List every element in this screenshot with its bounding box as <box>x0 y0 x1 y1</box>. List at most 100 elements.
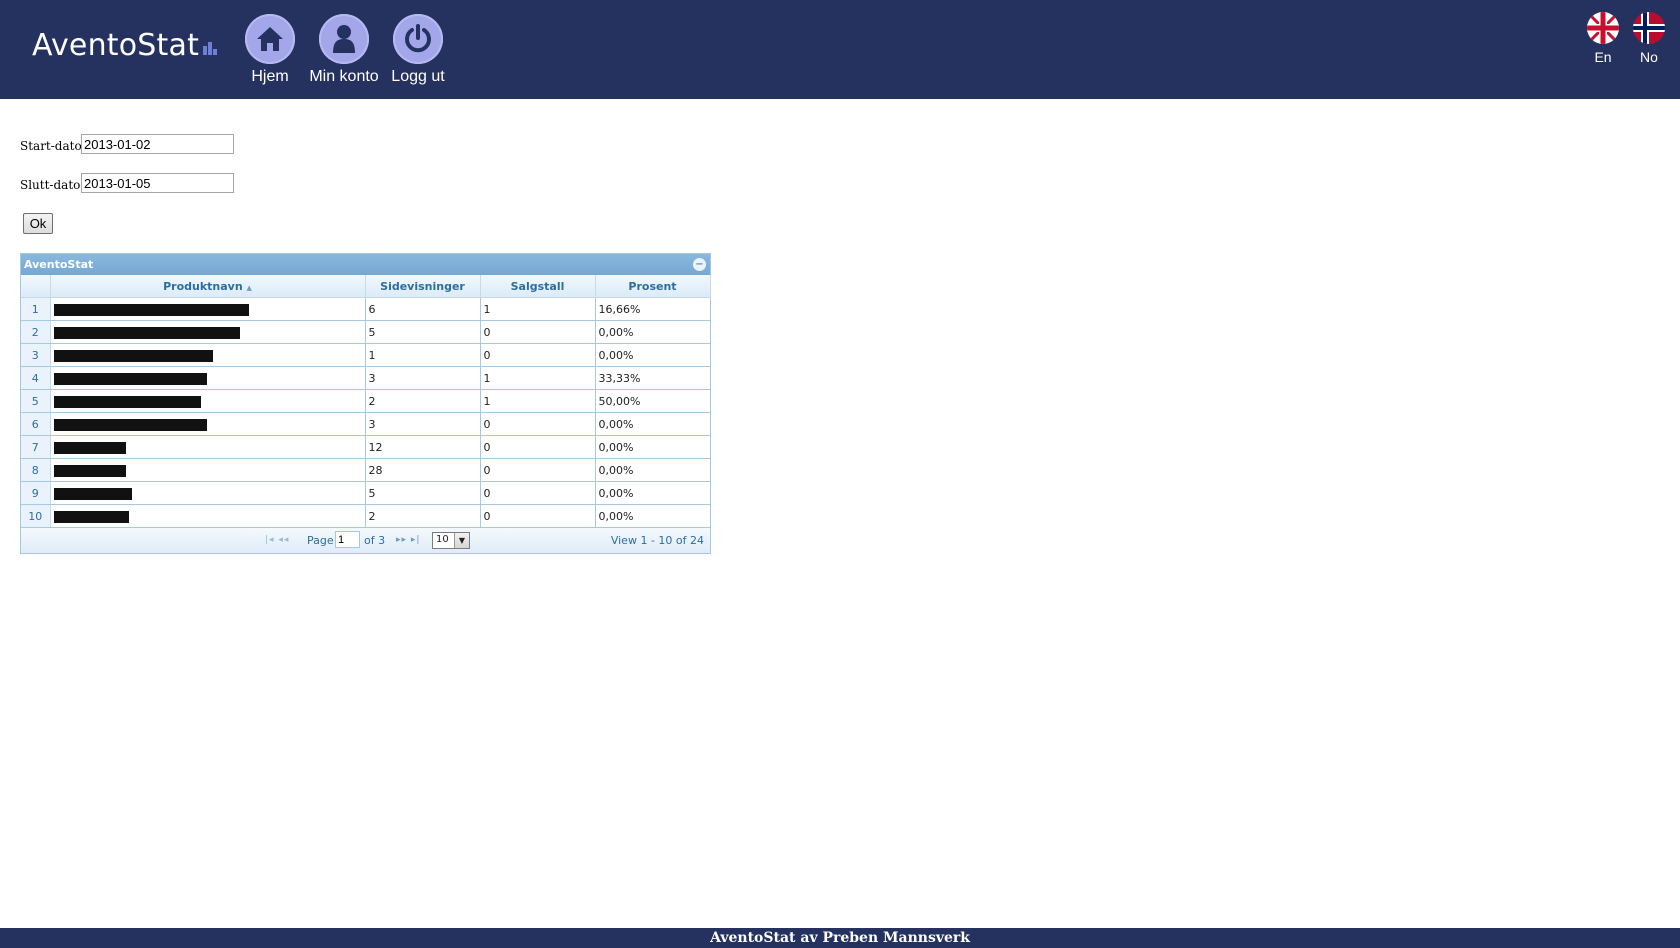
views-cell: 5 <box>365 481 481 505</box>
lang-no[interactable]: No <box>1629 12 1669 65</box>
row-number: 7 <box>21 435 51 459</box>
table-row[interactable]: 9 5 0 0,00% <box>21 481 711 505</box>
sales-cell: 0 <box>480 320 596 344</box>
logo-bars-icon <box>203 28 218 63</box>
sales-cell: 1 <box>480 297 596 321</box>
percent-cell: 0,00% <box>595 343 711 367</box>
product-name-cell <box>50 435 366 459</box>
product-name-cell <box>50 366 366 390</box>
views-cell: 5 <box>365 320 481 344</box>
grid-title: AventoStat <box>24 258 94 271</box>
redacted-product-name <box>53 418 207 431</box>
redacted-product-name <box>53 464 126 477</box>
logo-text: AventoStat <box>32 28 200 63</box>
percent-cell: 0,00% <box>595 504 711 528</box>
user-icon <box>319 14 369 64</box>
sales-cell: 1 <box>480 366 596 390</box>
row-number: 4 <box>21 366 51 390</box>
nav-home[interactable]: Hjem <box>232 14 308 86</box>
end-date-input[interactable] <box>81 173 234 193</box>
table-row[interactable]: 2 5 0 0,00% <box>21 320 711 344</box>
row-number: 8 <box>21 458 51 482</box>
product-name-cell <box>50 389 366 413</box>
product-name-cell <box>50 458 366 482</box>
page-label: Page <box>307 534 334 547</box>
start-date-label: Start-dato: <box>20 139 86 153</box>
row-number: 10 <box>21 504 51 528</box>
chevron-down-icon: ▼ <box>454 533 469 548</box>
column-header-product[interactable]: Produktnavn ▲ <box>50 275 366 298</box>
lang-en-label: En <box>1594 49 1612 65</box>
logo[interactable]: AventoStat <box>32 28 218 63</box>
column-header-percent[interactable]: Prosent <box>595 275 711 298</box>
percent-cell: 0,00% <box>595 435 711 459</box>
end-date-label: Slutt-dato: <box>20 178 85 192</box>
lang-en[interactable]: En <box>1583 12 1623 65</box>
product-name-cell <box>50 504 366 528</box>
sales-cell: 0 <box>480 412 596 436</box>
product-name-cell <box>50 481 366 505</box>
sales-cell: 0 <box>480 435 596 459</box>
ok-button[interactable]: Ok <box>23 213 53 234</box>
column-header-rownum <box>21 275 51 298</box>
views-cell: 12 <box>365 435 481 459</box>
views-cell: 28 <box>365 458 481 482</box>
redacted-product-name <box>53 510 129 523</box>
start-date-input[interactable] <box>81 134 234 154</box>
views-cell: 6 <box>365 297 481 321</box>
product-name-cell <box>50 343 366 367</box>
table-header-row: Produktnavn ▲ Sidevisninger Salgstall Pr… <box>21 275 711 298</box>
table-row[interactable]: 10 2 0 0,00% <box>21 504 711 528</box>
redacted-product-name <box>53 395 201 408</box>
rows-per-page-select[interactable]: 10 ▼ <box>432 532 470 549</box>
next-last-page-icons[interactable]: ▸▸ ▸| <box>396 535 420 545</box>
table-row[interactable]: 4 3 1 33,33% <box>21 366 711 390</box>
top-header: AventoStat Hjem Min konto Logg ut En No <box>0 0 1680 99</box>
row-number: 3 <box>21 343 51 367</box>
nav-my-account[interactable]: Min konto <box>306 14 382 86</box>
table-row[interactable]: 7 12 0 0,00% <box>21 435 711 459</box>
table-row[interactable]: 1 6 1 16,66% <box>21 297 711 321</box>
sales-cell: 0 <box>480 458 596 482</box>
first-prev-page-icons[interactable]: |◂ ◂◂ <box>265 535 289 545</box>
grid-pager: |◂ ◂◂ Page of 3 ▸▸ ▸| 10 ▼ View 1 - 10 o… <box>21 527 710 553</box>
row-number: 2 <box>21 320 51 344</box>
views-cell: 2 <box>365 389 481 413</box>
view-range-text: View 1 - 10 of 24 <box>610 534 704 547</box>
page-input[interactable] <box>335 531 360 548</box>
product-name-cell <box>50 320 366 344</box>
table-row[interactable]: 6 3 0 0,00% <box>21 412 711 436</box>
grid-caption: AventoStat − <box>21 254 710 275</box>
column-header-views[interactable]: Sidevisninger <box>365 275 481 298</box>
sales-cell: 1 <box>480 389 596 413</box>
page-count-label: of 3 <box>364 534 386 547</box>
sales-cell: 0 <box>480 504 596 528</box>
product-name-cell <box>50 297 366 321</box>
table-row[interactable]: 5 2 1 50,00% <box>21 389 711 413</box>
redacted-product-name <box>53 303 249 316</box>
sales-cell: 0 <box>480 343 596 367</box>
column-header-sales[interactable]: Salgstall <box>480 275 596 298</box>
table-row[interactable]: 3 1 0 0,00% <box>21 343 711 367</box>
row-number: 1 <box>21 297 51 321</box>
percent-cell: 0,00% <box>595 481 711 505</box>
views-cell: 2 <box>365 504 481 528</box>
row-number: 6 <box>21 412 51 436</box>
sort-asc-icon: ▲ <box>246 283 252 292</box>
nav-my-account-label: Min konto <box>309 68 379 85</box>
uk-flag-icon <box>1587 12 1619 44</box>
nav-logout-label: Logg ut <box>391 68 445 85</box>
views-cell: 3 <box>365 412 481 436</box>
nav-logout[interactable]: Logg ut <box>380 14 456 86</box>
percent-cell: 0,00% <box>595 458 711 482</box>
product-name-cell <box>50 412 366 436</box>
percent-cell: 16,66% <box>595 297 711 321</box>
row-number: 5 <box>21 389 51 413</box>
percent-cell: 33,33% <box>595 366 711 390</box>
power-icon <box>393 14 443 64</box>
rows-per-page-value: 10 <box>436 534 449 545</box>
redacted-product-name <box>53 349 213 362</box>
collapse-icon[interactable]: − <box>693 258 706 271</box>
home-icon <box>245 14 295 64</box>
table-row[interactable]: 8 28 0 0,00% <box>21 458 711 482</box>
